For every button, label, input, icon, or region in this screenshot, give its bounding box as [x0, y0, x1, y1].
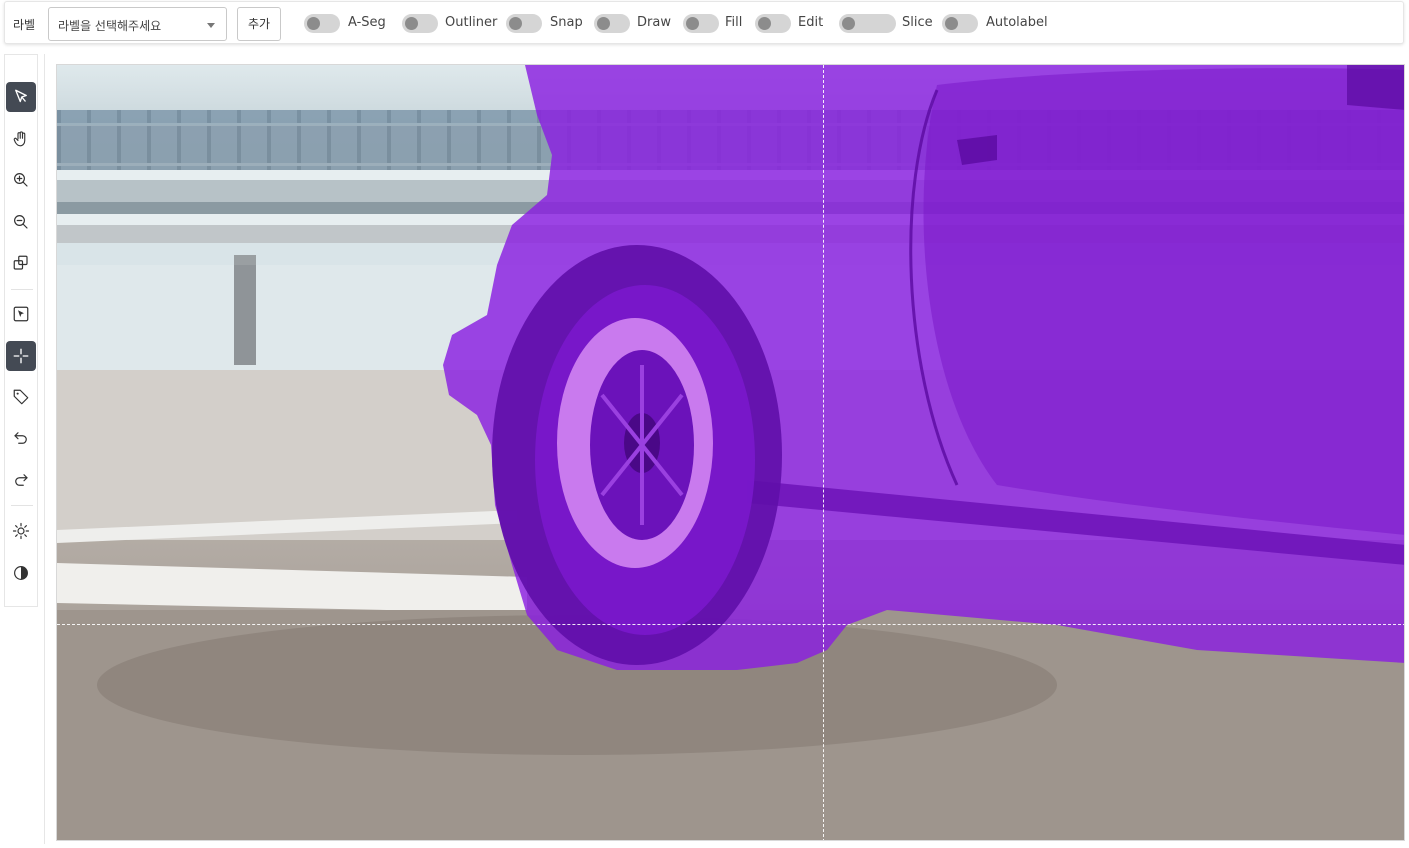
- brightness-icon: [12, 522, 30, 540]
- zoom-out-button[interactable]: [6, 207, 36, 237]
- copy-icon: [13, 255, 28, 270]
- add-label-button[interactable]: 추가: [237, 7, 281, 41]
- select-box-icon: [13, 306, 29, 322]
- zoom-out-icon: [14, 215, 28, 229]
- toggle-edit-label: Edit: [798, 15, 824, 30]
- sidebar-divider: [11, 289, 33, 290]
- toggle-autolabel-label: Autolabel: [986, 15, 1048, 30]
- label-select[interactable]: 라벨을 선택해주세요: [48, 7, 227, 41]
- top-toolbar: 라벨 라벨을 선택해주세요 추가 A-Seg Outliner Snap Dra…: [4, 1, 1404, 44]
- select-box-tool-button[interactable]: [6, 299, 36, 329]
- crosshair-icon: [13, 348, 29, 364]
- redo-button[interactable]: [6, 465, 36, 495]
- brightness-button[interactable]: [6, 516, 36, 546]
- toggle-slice-label: Slice: [902, 15, 933, 30]
- contrast-button[interactable]: [6, 558, 36, 588]
- zoom-in-button[interactable]: [6, 165, 36, 195]
- undo-button[interactable]: [6, 423, 36, 453]
- image-canvas[interactable]: [56, 64, 1405, 841]
- annotated-image: [57, 65, 1404, 840]
- sidebar-edge: [44, 54, 45, 844]
- toggle-outliner-label: Outliner: [445, 15, 498, 30]
- zoom-in-icon: [14, 173, 28, 187]
- crosshair-vertical-guide: [823, 65, 824, 840]
- label-select-placeholder: 라벨을 선택해주세요: [58, 19, 162, 33]
- pointer-icon: [15, 89, 27, 103]
- pointer-tool-button[interactable]: [6, 82, 36, 112]
- undo-icon: [14, 432, 27, 444]
- contrast-icon: [14, 566, 28, 580]
- toggle-snap-label: Snap: [550, 15, 583, 30]
- crosshair-tool-button[interactable]: [6, 341, 36, 371]
- label-title: 라벨: [13, 18, 36, 32]
- redo-icon: [15, 474, 28, 486]
- toggle-a-seg-label: A-Seg: [348, 15, 386, 30]
- pan-tool-button[interactable]: [6, 124, 36, 154]
- tag-tool-button[interactable]: [6, 382, 36, 412]
- crosshair-horizontal-guide: [57, 624, 1404, 625]
- sidebar-divider: [11, 505, 33, 506]
- tool-sidebar: [4, 54, 38, 607]
- toggle-draw-label: Draw: [637, 15, 671, 30]
- hand-icon: [13, 131, 26, 147]
- toggle-fill-label: Fill: [725, 15, 743, 30]
- tag-icon: [13, 389, 29, 405]
- copy-tool-button[interactable]: [6, 248, 36, 278]
- chevron-down-icon: [207, 23, 215, 28]
